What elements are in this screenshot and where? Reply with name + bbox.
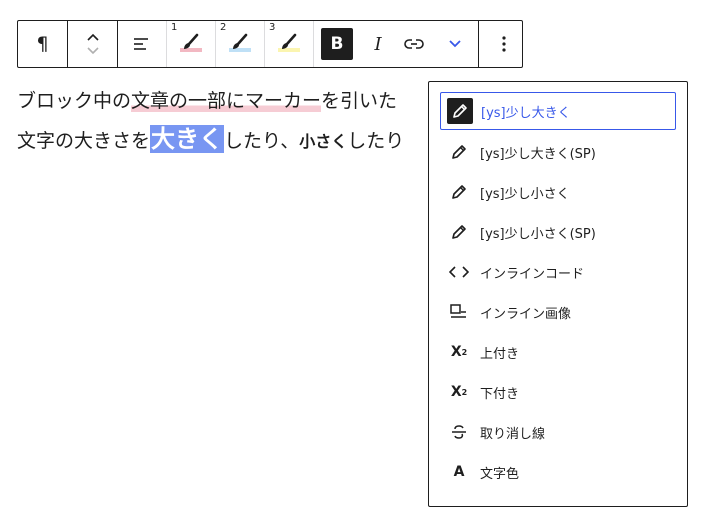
brush-icon <box>180 33 202 52</box>
menu-item-ys-slightly-larger-sp[interactable]: [ys]少し大きく(SP) <box>440 132 676 172</box>
brush-icon <box>278 33 300 52</box>
text-plain: したり <box>347 130 405 152</box>
options-button[interactable] <box>479 21 529 67</box>
subscript-icon: X2 <box>450 384 468 400</box>
paragraph-content[interactable]: ブロック中の文章の一部にマーカーを引いた 文字の大きさを大きくしたり、小さくした… <box>17 82 404 161</box>
menu-item-subscript[interactable]: X2 下付き <box>440 372 676 412</box>
menu-item-inline-code[interactable]: インラインコード <box>440 252 676 292</box>
move-group <box>68 21 118 67</box>
format-group: 1 2 3 B I <box>118 21 479 67</box>
menu-item-label: インラインコード <box>480 266 585 282</box>
text-marker-pink: 文章の一部にマーカー <box>131 90 322 112</box>
menu-item-label: [ys]少し大きく(SP) <box>480 146 596 162</box>
chevron-up-down-icon <box>86 33 99 55</box>
text-plain: を引いた <box>321 90 398 112</box>
chevron-down-icon <box>449 40 461 48</box>
italic-label: I <box>374 33 382 55</box>
brush-icon <box>229 33 251 52</box>
superscript-icon: X2 <box>450 344 468 360</box>
bold-label: B <box>321 28 353 60</box>
block-toolbar: ¶ 1 2 3 B I <box>17 20 523 68</box>
block-type-group: ¶ <box>18 21 68 67</box>
text-small-bold: 小さく <box>299 132 348 151</box>
menu-item-label: [ys]少し小さく <box>480 186 570 202</box>
link-icon <box>404 39 424 49</box>
text-plain: 文字の大きさを <box>17 130 151 152</box>
text-plain: したり、 <box>224 130 300 152</box>
code-icon <box>446 259 472 285</box>
marker-2-button[interactable]: 2 <box>216 21 265 67</box>
menu-item-label: 下付き <box>480 386 520 402</box>
paragraph-block-button[interactable]: ¶ <box>18 21 67 67</box>
menu-item-label: 取り消し線 <box>480 426 546 442</box>
content-line-2: 文字の大きさを大きくしたり、小さくしたり <box>17 120 404 161</box>
content-line-1: ブロック中の文章の一部にマーカーを引いた <box>17 82 404 120</box>
marker-1-number: 1 <box>171 22 178 33</box>
menu-item-label: 上付き <box>480 346 520 362</box>
pencil-icon <box>446 139 472 165</box>
menu-item-text-color[interactable]: A 文字色 <box>440 452 676 492</box>
marker-2-number: 2 <box>220 22 227 33</box>
menu-item-inline-image[interactable]: インライン画像 <box>440 292 676 332</box>
text-plain: ブロック中の <box>17 90 132 112</box>
marker-1-button[interactable]: 1 <box>167 21 216 67</box>
menu-item-strikethrough[interactable]: 取り消し線 <box>440 412 676 452</box>
strikethrough-icon <box>446 419 472 445</box>
paragraph-icon: ¶ <box>36 33 49 55</box>
move-up-down-button[interactable] <box>68 21 117 67</box>
pencil-icon <box>447 98 473 124</box>
more-vertical-icon <box>502 36 506 52</box>
align-button[interactable] <box>118 21 167 67</box>
menu-item-label: [ys]少し小さく(SP) <box>480 226 596 242</box>
italic-button[interactable]: I <box>360 21 396 67</box>
text-color-icon: A <box>453 464 465 480</box>
menu-item-ys-slightly-smaller-sp[interactable]: [ys]少し小さく(SP) <box>440 212 676 252</box>
format-dropdown-menu: [ys]少し大きく [ys]少し大きく(SP) [ys]少し小さく [ys]少し… <box>428 81 688 507</box>
marker-3-button[interactable]: 3 <box>265 21 314 67</box>
menu-item-label: 文字色 <box>480 466 520 482</box>
inline-image-icon <box>446 299 472 325</box>
more-formats-button[interactable] <box>432 21 478 67</box>
menu-item-label: [ys]少し大きく <box>481 105 571 121</box>
menu-item-ys-slightly-smaller[interactable]: [ys]少し小さく <box>440 172 676 212</box>
marker-3-number: 3 <box>269 22 276 33</box>
menu-item-ys-slightly-larger[interactable]: [ys]少し大きく <box>440 92 676 130</box>
pencil-icon <box>446 179 472 205</box>
pencil-icon <box>446 219 472 245</box>
menu-item-superscript[interactable]: X2 上付き <box>440 332 676 372</box>
align-left-icon <box>134 38 148 50</box>
menu-item-label: インライン画像 <box>480 306 572 322</box>
options-group <box>479 21 529 67</box>
bold-button[interactable]: B <box>314 21 360 67</box>
link-button[interactable] <box>396 21 432 67</box>
text-large-selected: 大きく <box>150 125 225 153</box>
